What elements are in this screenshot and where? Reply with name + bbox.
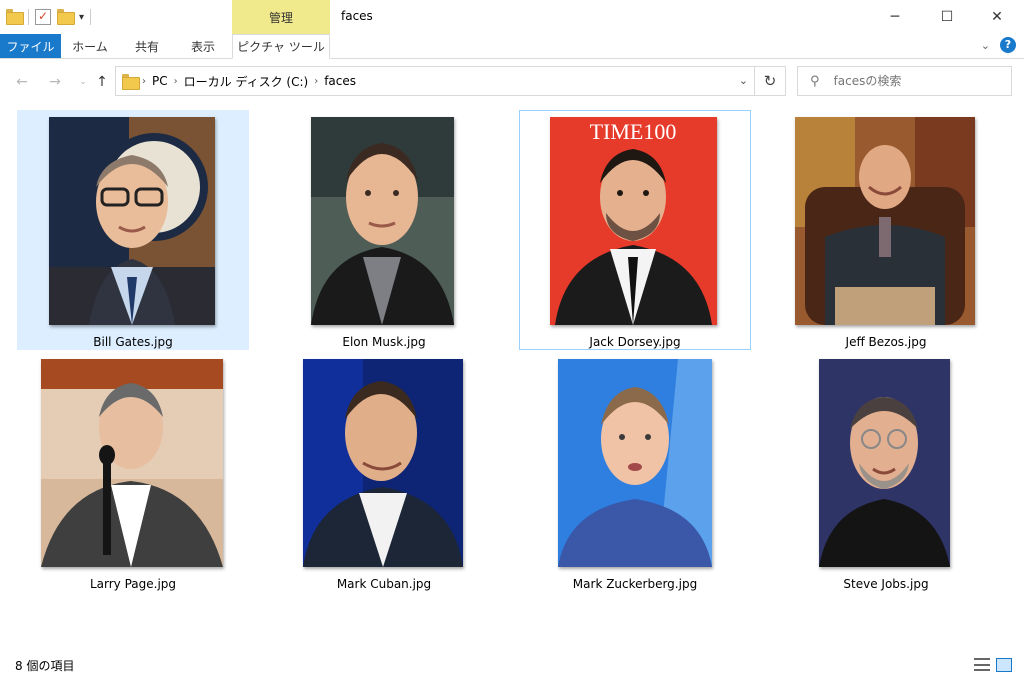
folder-icon: [6, 9, 24, 25]
close-button[interactable]: ✕: [974, 0, 1020, 34]
thumbnail: [311, 117, 454, 325]
file-name: Mark Zuckerberg.jpg: [572, 577, 698, 591]
file-item-jeff-bezos[interactable]: Jeff Bezos.jpg: [770, 110, 1002, 350]
properties-icon[interactable]: ✓: [35, 9, 51, 25]
item-count: 8 個の項目: [15, 659, 75, 673]
file-name: Larry Page.jpg: [89, 577, 177, 591]
recent-locations-chevron-icon[interactable]: ⌄: [73, 72, 93, 92]
expand-ribbon-icon[interactable]: ⌄: [981, 39, 990, 52]
search-box[interactable]: ⚲: [797, 66, 1012, 96]
tab-file[interactable]: ファイル: [0, 34, 61, 58]
context-tab-manage[interactable]: 管理: [232, 0, 330, 34]
time100-banner: TIME100: [590, 119, 677, 144]
help-icon[interactable]: ?: [1000, 37, 1016, 53]
file-name: Jeff Bezos.jpg: [845, 335, 927, 349]
thumbnail: [41, 359, 223, 567]
file-name: Steve Jobs.jpg: [843, 577, 929, 591]
breadcrumb-separator-icon[interactable]: ›: [174, 76, 178, 87]
navigation-bar: ← → ⌄ ↑ › PC › ローカル ディスク (C:) › faces ⌄ …: [0, 60, 1024, 104]
search-icon: ⚲: [810, 73, 820, 89]
divider: [90, 9, 92, 25]
address-bar[interactable]: › PC › ローカル ディスク (C:) › faces ⌄: [115, 66, 755, 96]
address-history-dropdown-icon[interactable]: ⌄: [739, 74, 748, 87]
thumbnail: TIME100: [550, 117, 717, 325]
file-item-larry-page[interactable]: Larry Page.jpg: [17, 352, 249, 592]
refresh-button[interactable]: ↻: [755, 66, 786, 96]
thumbnail: [819, 359, 950, 567]
up-arrow-icon[interactable]: ↑: [92, 72, 112, 92]
thumbnail: [795, 117, 975, 325]
file-name: Jack Dorsey.jpg: [589, 335, 681, 349]
file-name: Elon Musk.jpg: [342, 335, 426, 349]
thumbnail: [558, 359, 712, 567]
file-item-mark-zuckerberg[interactable]: Mark Zuckerberg.jpg: [519, 352, 751, 592]
thumbnail: [49, 117, 215, 325]
title-bar: ✓ ▾ 管理 faces ─ ☐ ✕: [0, 0, 1024, 34]
breadcrumb-separator-icon[interactable]: ›: [314, 76, 318, 87]
forward-arrow-icon[interactable]: →: [45, 72, 65, 92]
file-name: Bill Gates.jpg: [93, 335, 173, 349]
search-input[interactable]: [833, 74, 984, 88]
new-folder-icon[interactable]: [57, 9, 75, 25]
status-bar: 8 個の項目: [0, 652, 1024, 679]
window-title: faces: [341, 9, 373, 23]
tab-view[interactable]: 表示: [176, 34, 230, 58]
maximize-button[interactable]: ☐: [924, 0, 970, 34]
breadcrumb-pc[interactable]: PC: [152, 74, 168, 88]
breadcrumb-separator-icon[interactable]: ›: [142, 76, 146, 87]
file-name: Mark Cuban.jpg: [336, 577, 432, 591]
file-item-elon-musk[interactable]: Elon Musk.jpg: [268, 110, 500, 350]
file-view: Bill Gates.jpg Elon Musk.jpg TIME100 Jac…: [0, 104, 1024, 649]
tab-home[interactable]: ホーム: [62, 34, 118, 58]
quick-access-toolbar: ✓ ▾: [6, 7, 92, 27]
large-icons-view-icon[interactable]: [996, 658, 1012, 672]
folder-icon: [122, 74, 140, 90]
file-item-bill-gates[interactable]: Bill Gates.jpg: [17, 110, 249, 350]
breadcrumb-faces[interactable]: faces: [324, 74, 356, 88]
breadcrumb-local-disk[interactable]: ローカル ディスク (C:): [184, 73, 309, 90]
file-item-mark-cuban[interactable]: Mark Cuban.jpg: [268, 352, 500, 592]
tab-share[interactable]: 共有: [120, 34, 174, 58]
file-item-steve-jobs[interactable]: Steve Jobs.jpg: [770, 352, 1002, 592]
ribbon-tabs: ファイル ホーム 共有 表示 ピクチャ ツール ⌄ ?: [0, 34, 1024, 59]
ribbon-right-controls: ⌄ ?: [981, 37, 1016, 53]
refresh-icon: ↻: [763, 72, 777, 90]
thumbnail: [303, 359, 463, 567]
file-item-jack-dorsey[interactable]: TIME100 Jack Dorsey.jpg: [519, 110, 751, 350]
customize-toolbar-dropdown[interactable]: ▾: [79, 12, 84, 23]
details-view-icon[interactable]: [974, 658, 990, 672]
back-arrow-icon[interactable]: ←: [12, 72, 32, 92]
minimize-button[interactable]: ─: [872, 0, 918, 34]
tab-picture-tools[interactable]: ピクチャ ツール: [232, 34, 330, 59]
divider: [28, 9, 29, 25]
